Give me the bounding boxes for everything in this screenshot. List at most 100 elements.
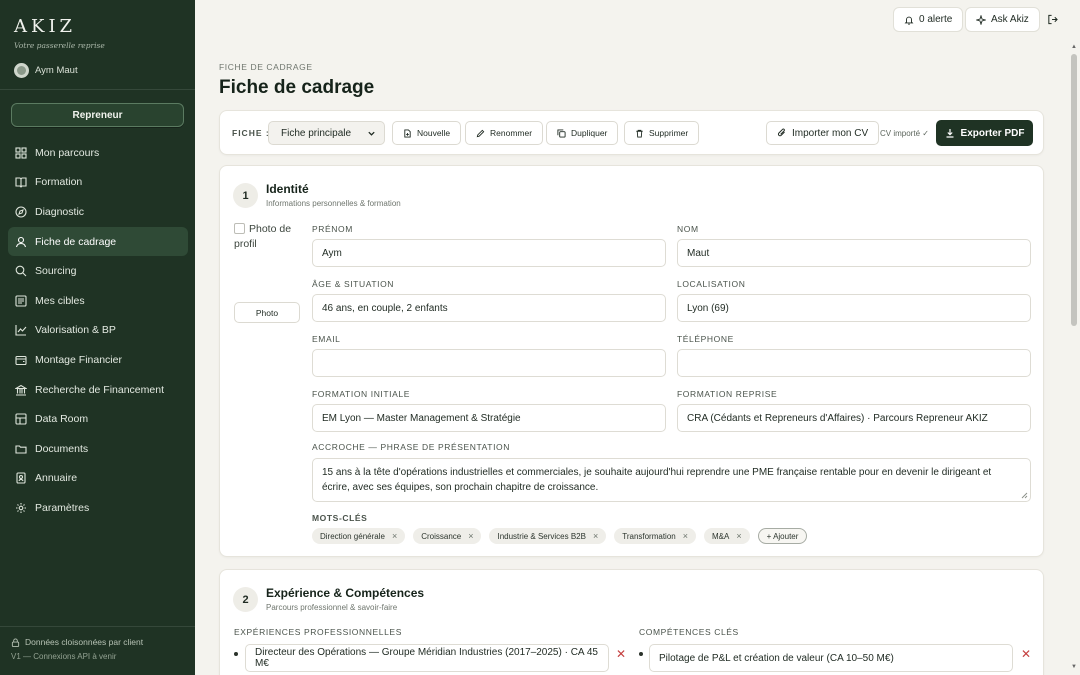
- bell-icon: [904, 16, 914, 25]
- book-icon: [15, 177, 27, 189]
- target-list-icon: [15, 295, 27, 307]
- bullet: [639, 652, 643, 656]
- wallet-icon: [15, 355, 27, 366]
- fiche-select[interactable]: Fiche principale: [268, 121, 385, 145]
- broken-image-icon: [234, 223, 245, 234]
- user-profile[interactable]: Aym Maut: [14, 63, 78, 78]
- duplicate-button[interactable]: Dupliquer: [546, 121, 619, 145]
- ask-akiz-button[interactable]: Ask Akiz: [965, 7, 1040, 32]
- sidebar-nav: Mon parcours Formation Diagnostic Fiche …: [8, 138, 188, 523]
- keyword-tag: Industrie & Services B2B ×: [489, 528, 607, 544]
- close-icon[interactable]: ×: [392, 531, 397, 541]
- sidebar-item-documents[interactable]: Documents: [8, 434, 188, 464]
- pitch-textarea[interactable]: 15 ans à la tête d'opérations industriel…: [312, 458, 1031, 502]
- search-icon: [15, 265, 27, 277]
- add-keyword-button[interactable]: + Ajouter: [757, 528, 808, 544]
- scroll-down-icon[interactable]: ▼: [1071, 664, 1077, 670]
- breadcrumb: FICHE DE CADRAGE: [219, 62, 313, 72]
- sidebar-item-data-room[interactable]: Data Room: [8, 404, 188, 434]
- section-subtitle: Parcours professionnel & savoir-faire: [266, 603, 398, 612]
- location-field[interactable]: Lyon (69): [677, 294, 1031, 322]
- sidebar-item-parametres[interactable]: Paramètres: [8, 493, 188, 523]
- close-icon[interactable]: ×: [468, 531, 473, 541]
- profile-photo: Photo de profil: [234, 223, 292, 250]
- takeover-education-field[interactable]: CRA (Cédants et Repreneurs d'Affaires) ·…: [677, 404, 1031, 432]
- experience-field[interactable]: Directeur des Opérations — Groupe Méridi…: [245, 644, 609, 672]
- close-icon[interactable]: ×: [683, 531, 688, 541]
- compass-icon: [15, 206, 27, 218]
- new-fiche-button[interactable]: Nouvelle: [392, 121, 462, 145]
- brand-logo[interactable]: AKIZ: [14, 16, 76, 37]
- export-pdf-button[interactable]: Exporter PDF: [936, 120, 1033, 146]
- age-field[interactable]: 46 ans, en couple, 2 enfants: [312, 294, 666, 322]
- scrollbar-thumb[interactable]: [1071, 54, 1077, 326]
- bullet: [234, 652, 238, 656]
- import-cv-button[interactable]: Importer mon CV: [766, 121, 880, 145]
- role-button[interactable]: Repreneur: [11, 103, 184, 127]
- brand-tagline: Votre passerelle reprise: [14, 41, 105, 50]
- user-name: Aym Maut: [35, 65, 78, 76]
- resize-grip-icon[interactable]: [1021, 492, 1028, 499]
- page-title: Fiche de cadrage: [219, 77, 375, 98]
- cv-status: CV importé ✓: [880, 129, 929, 138]
- contacts-icon: [16, 472, 26, 484]
- avatar: [14, 63, 29, 78]
- close-icon[interactable]: ×: [593, 531, 598, 541]
- scroll-up-icon[interactable]: ▲: [1071, 44, 1077, 50]
- remove-skill-button[interactable]: ✕: [1021, 647, 1031, 661]
- section-subtitle: Informations personnelles & formation: [266, 199, 401, 208]
- nom-label: NOM: [677, 224, 699, 234]
- page-scrollbar[interactable]: ▲ ▼: [1069, 40, 1079, 675]
- keyword-tag: Direction générale ×: [312, 528, 406, 544]
- skill-field[interactable]: Pilotage de P&L et création de valeur (C…: [649, 644, 1013, 672]
- sidebar-item-mon-parcours[interactable]: Mon parcours: [8, 138, 188, 168]
- sidebar-item-label: Data Room: [35, 413, 89, 426]
- age-label: ÂGE & SITUATION: [312, 279, 395, 289]
- logout-icon: [1047, 14, 1058, 25]
- sidebar-item-mes-cibles[interactable]: Mes cibles: [8, 286, 188, 316]
- alerts-button[interactable]: 0 alerte: [893, 7, 964, 32]
- prenom-field[interactable]: Aym: [312, 239, 666, 267]
- initial-education-field[interactable]: EM Lyon — Master Management & Stratégie: [312, 404, 666, 432]
- nom-field[interactable]: Maut: [677, 239, 1031, 267]
- experiences-label: EXPÉRIENCES PROFESSIONNELLES: [234, 627, 402, 637]
- sidebar-item-valorisation[interactable]: Valorisation & BP: [8, 316, 188, 346]
- sidebar-item-montage-financier[interactable]: Montage Financier: [8, 345, 188, 375]
- location-label: LOCALISATION: [677, 279, 746, 289]
- sidebar-item-annuaire[interactable]: Annuaire: [8, 464, 188, 494]
- sidebar-item-fiche-de-cadrage[interactable]: Fiche de cadrage: [8, 226, 188, 257]
- download-icon: [946, 129, 954, 138]
- logout-button[interactable]: [1042, 7, 1062, 32]
- fiche-label: FICHE :: [232, 128, 270, 138]
- phone-field[interactable]: [677, 349, 1031, 377]
- divider: [0, 89, 195, 90]
- sidebar-item-label: Fiche de cadrage: [35, 235, 117, 248]
- sidebar-item-label: Diagnostic: [35, 205, 85, 218]
- sidebar-item-sourcing[interactable]: Sourcing: [8, 256, 188, 286]
- chevron-down-icon: [368, 131, 375, 136]
- file-plus-icon: [404, 128, 411, 138]
- section-title: Expérience & Compétences: [266, 586, 425, 600]
- sidebar-item-recherche-financement[interactable]: Recherche de Financement: [8, 375, 188, 405]
- photo-upload-button[interactable]: Photo: [234, 302, 300, 323]
- skills-label: COMPÉTENCES CLÉS: [639, 627, 739, 637]
- version-note: V1 — Connexions API à venir: [11, 652, 117, 661]
- sparkle-icon: [976, 14, 986, 25]
- remove-experience-button[interactable]: ✕: [616, 647, 626, 661]
- folder-icon: [15, 445, 27, 454]
- identity-section: 1 Identité Informations personnelles & f…: [219, 165, 1044, 557]
- grid-icon: [15, 147, 27, 159]
- delete-button[interactable]: Supprimer: [624, 121, 700, 145]
- sidebar-item-label: Sourcing: [35, 265, 77, 278]
- pencil-icon: [476, 129, 485, 137]
- database-icon: [15, 413, 27, 425]
- close-icon[interactable]: ×: [736, 531, 741, 541]
- initial-education-label: FORMATION INITIALE: [312, 389, 411, 399]
- sidebar-item-diagnostic[interactable]: Diagnostic: [8, 197, 188, 227]
- line-chart-icon: [15, 325, 27, 336]
- email-field[interactable]: [312, 349, 666, 377]
- rename-button[interactable]: Renommer: [465, 121, 544, 145]
- sidebar-item-formation[interactable]: Formation: [8, 168, 188, 198]
- gear-icon: [16, 502, 26, 513]
- sidebar-item-label: Formation: [35, 176, 83, 189]
